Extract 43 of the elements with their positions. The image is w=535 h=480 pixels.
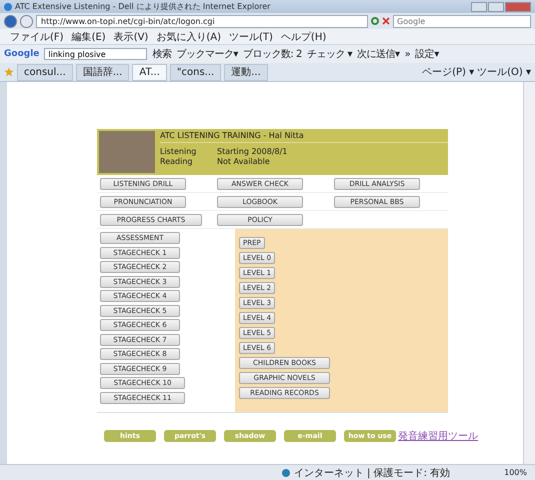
menu-item[interactable]: ヘルプ(H) bbox=[280, 30, 326, 44]
refresh-icon[interactable] bbox=[371, 17, 379, 25]
menu-item[interactable]: ファイル(F) bbox=[10, 30, 64, 44]
toolbar-item[interactable]: » bbox=[404, 48, 410, 60]
info-label: Listening bbox=[160, 147, 198, 157]
status-zone: インターネット | 保護モード: 有効 bbox=[294, 466, 450, 480]
toolbar-item[interactable]: 設定▾ bbox=[415, 47, 439, 61]
toolbar-item[interactable]: 検索 bbox=[152, 47, 172, 61]
address-field[interactable]: http://www.on-topi.net/cgi-bin/atc/logon.cgi bbox=[36, 14, 368, 28]
menu-item[interactable]: お気に入り(A) bbox=[156, 30, 221, 44]
stop-icon[interactable] bbox=[382, 17, 390, 25]
browser-tab[interactable]: "cons... bbox=[170, 64, 222, 80]
photo-placeholder bbox=[99, 131, 155, 173]
toolbar-item[interactable]: ブロック数: 2 bbox=[242, 47, 302, 61]
menu-item[interactable]: 表示(V) bbox=[114, 30, 148, 44]
browser-tab[interactable]: AT... bbox=[132, 64, 167, 80]
info-label: Reading bbox=[160, 157, 194, 167]
google-logo: Google bbox=[4, 49, 40, 59]
menu-item[interactable]: 編集(E) bbox=[72, 30, 106, 44]
forward-button[interactable] bbox=[20, 14, 33, 28]
toolbar-item[interactable]: 次に送信▾ bbox=[357, 47, 400, 61]
search-field[interactable]: Google bbox=[393, 14, 531, 28]
info-value: Not Available bbox=[217, 157, 270, 167]
toolbar-search-field[interactable]: linking plosive bbox=[44, 48, 148, 60]
command-item[interactable]: ページ(P) ▾ bbox=[422, 65, 474, 79]
zoom-level[interactable]: 100% bbox=[504, 468, 527, 477]
browser-tab[interactable]: consul... bbox=[17, 64, 73, 80]
toolbar-item[interactable]: チェック ▾ bbox=[306, 47, 352, 61]
scrollbar[interactable] bbox=[523, 82, 535, 464]
back-button[interactable] bbox=[4, 14, 17, 28]
close-button[interactable] bbox=[505, 2, 531, 12]
menu-item[interactable]: ツール(T) bbox=[229, 30, 273, 44]
toolbar-item[interactable]: ブックマーク▾ bbox=[176, 47, 238, 61]
info-value: Starting 2008/8/1 bbox=[217, 147, 288, 157]
minimize-button[interactable] bbox=[471, 2, 487, 12]
browser-tab[interactable]: 国語辞... bbox=[76, 64, 130, 80]
tool-link[interactable]: 発音練習用ツール bbox=[398, 429, 478, 443]
command-item[interactable]: ツール(O) ▾ bbox=[477, 65, 531, 79]
header-title: ATC LISTENING TRAINING - Hal Nitta bbox=[160, 129, 448, 143]
window-title: ATC Extensive Listening - Dell により提供された Internet Explorer bbox=[15, 1, 272, 12]
maximize-button[interactable] bbox=[488, 2, 504, 12]
star-icon[interactable] bbox=[4, 67, 14, 77]
browser-tab[interactable]: 運動... bbox=[224, 64, 268, 80]
